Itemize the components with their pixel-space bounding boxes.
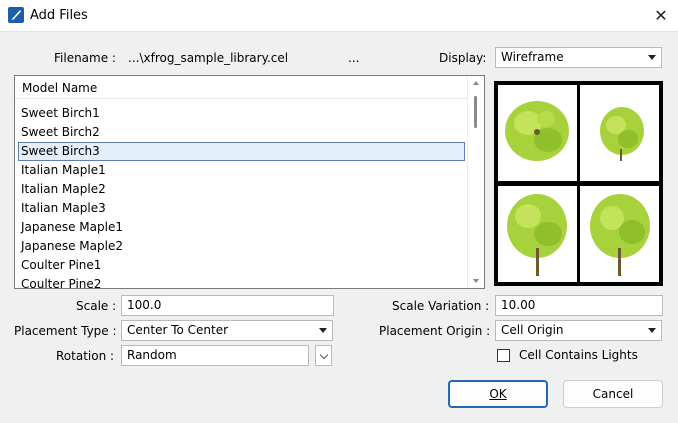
scale-input[interactable]: 100.0: [121, 295, 334, 316]
bentley-app-icon: [8, 7, 24, 23]
scale-variation-label: Scale Variation :: [392, 299, 490, 313]
preview-top-view: [498, 85, 577, 181]
display-label: Display:: [439, 51, 487, 65]
chevron-down-icon: [648, 328, 656, 333]
placement-type-label: Placement Type :: [14, 324, 117, 338]
tree-side-icon: [590, 194, 650, 276]
tree-small-icon: [600, 107, 644, 161]
rotation-dropdown-button[interactable]: [315, 345, 332, 366]
ok-button-label: OK: [489, 387, 507, 401]
display-dropdown-value: Wireframe: [501, 50, 564, 64]
list-item[interactable]: Sweet Birch3: [18, 142, 465, 161]
window-title: Add Files: [30, 8, 88, 23]
list-item[interactable]: Coulter Pine1: [18, 256, 465, 275]
tree-front-icon: [507, 194, 567, 276]
browse-file-button[interactable]: ...: [348, 51, 359, 65]
placement-origin-dropdown[interactable]: Cell Origin: [495, 320, 662, 341]
placement-origin-label: Placement Origin :: [379, 324, 491, 338]
preview-side-view: [580, 186, 659, 282]
placement-origin-value: Cell Origin: [501, 323, 564, 337]
close-icon[interactable]: ✕: [648, 4, 674, 28]
rotation-label: Rotation :: [56, 349, 115, 363]
cell-contains-lights-label: Cell Contains Lights: [519, 348, 638, 362]
placement-type-value: Center To Center: [127, 323, 229, 337]
placement-type-dropdown[interactable]: Center To Center: [121, 320, 333, 341]
scroll-up-icon[interactable]: [473, 81, 479, 85]
cell-preview-panel: [494, 81, 663, 286]
scale-label: Scale :: [76, 299, 117, 313]
preview-top-view-small: [580, 85, 659, 181]
list-item[interactable]: Japanese Maple2: [18, 237, 465, 256]
cancel-button-label: Cancel: [592, 387, 634, 401]
scale-variation-input[interactable]: 10.00: [495, 295, 663, 316]
model-name-column-header[interactable]: Model Name: [15, 76, 467, 99]
list-item[interactable]: Italian Maple1: [18, 161, 465, 180]
filename-value: ...\xfrog_sample_library.cel: [128, 51, 289, 65]
list-item[interactable]: Coulter Pine2: [18, 275, 465, 288]
list-item[interactable]: Italian Maple3: [18, 199, 465, 218]
filename-label: Filename :: [54, 51, 116, 65]
tree-top-icon: [505, 101, 569, 161]
scroll-down-icon[interactable]: [473, 279, 479, 283]
list-item[interactable]: Sweet Birch2: [18, 123, 465, 142]
chevron-down-icon: [319, 350, 329, 360]
chevron-down-icon: [319, 328, 327, 333]
rotation-input[interactable]: Random: [121, 345, 309, 366]
ok-button[interactable]: OK: [448, 380, 548, 408]
list-scrollbar[interactable]: [467, 76, 484, 288]
cell-contains-lights-checkbox[interactable]: [497, 349, 510, 362]
list-item[interactable]: Japanese Maple1: [18, 218, 465, 237]
chevron-down-icon: [648, 55, 656, 60]
scroll-thumb[interactable]: [474, 96, 477, 128]
title-bar: [0, 0, 678, 32]
cancel-button[interactable]: Cancel: [563, 380, 663, 408]
preview-front-view: [498, 186, 577, 282]
list-item[interactable]: Italian Maple2: [18, 180, 465, 199]
model-list[interactable]: Model Name Sweet Birch1 Sweet Birch2 Sweet…: [14, 75, 485, 289]
list-item[interactable]: Sweet Birch1: [18, 104, 465, 123]
display-dropdown[interactable]: Wireframe: [495, 47, 662, 68]
